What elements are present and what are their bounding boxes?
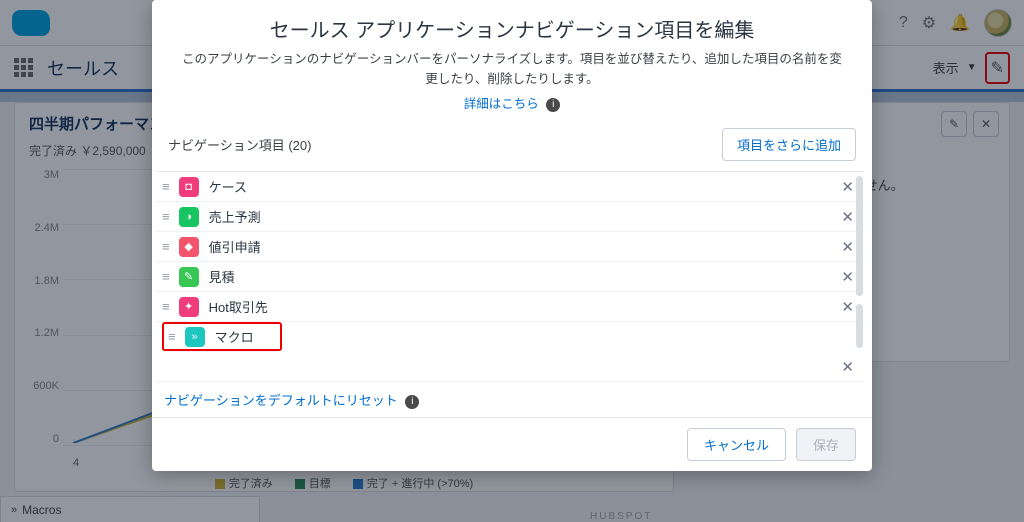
remove-item-icon[interactable]: ✕	[841, 208, 854, 226]
remove-item-icon[interactable]: ✕	[841, 358, 854, 376]
add-more-items-button[interactable]: 項目をさらに追加	[722, 128, 856, 161]
edit-nav-modal: セールス アプリケーションナビゲーション項目を編集 このアプリケーションのナビゲ…	[152, 0, 872, 471]
nav-item-icon: ✎	[179, 267, 199, 287]
row-remove-area: ✕	[156, 352, 864, 382]
nav-item-label: 値引申請	[209, 237, 261, 256]
cancel-button[interactable]: キャンセル	[687, 428, 786, 461]
help-link[interactable]: 詳細はこちら	[464, 97, 539, 111]
info-icon[interactable]: i	[546, 98, 560, 112]
reset-to-default-link[interactable]: ナビゲーションをデフォルトにリセット	[164, 393, 398, 408]
nav-item-icon: »	[185, 327, 205, 347]
remove-item-icon[interactable]: ✕	[841, 298, 854, 316]
drag-handle-icon[interactable]: ≡	[162, 239, 169, 254]
nav-item-icon: ◘	[179, 177, 199, 197]
nav-item-row[interactable]: ≡ ◘ ケース ✕	[156, 172, 864, 202]
nav-item-row[interactable]: ≡ ✦ Hot取引先 ✕	[156, 292, 864, 322]
info-icon[interactable]: i	[405, 395, 419, 409]
nav-item-row[interactable]: ≡»マクロ✕	[162, 322, 282, 352]
nav-item-label: Hot取引先	[209, 297, 268, 316]
nav-item-icon: ✦	[179, 297, 199, 317]
modal-footer: キャンセル 保存	[152, 417, 872, 471]
nav-items-count: ナビゲーション項目 (20)	[168, 135, 311, 154]
nav-item-row[interactable]: ≡ ◆ 値引申請 ✕	[156, 232, 864, 262]
remove-item-icon[interactable]: ✕	[841, 238, 854, 256]
nav-item-label: ケース	[209, 177, 247, 196]
drag-handle-icon[interactable]: ≡	[162, 269, 169, 284]
modal-description: このアプリケーションのナビゲーションバーをパーソナライズします。項目を並び替えた…	[152, 49, 872, 89]
nav-item-label: マクロ	[215, 327, 254, 346]
nav-item-row[interactable]: ≡ ✎ 見積 ✕	[156, 262, 864, 292]
nav-item-label: 見積	[209, 267, 235, 286]
nav-item-label: 売上予測	[209, 207, 261, 226]
modal-title: セールス アプリケーションナビゲーション項目を編集	[152, 0, 872, 49]
nav-item-row[interactable]: ≡ ◑ 売上予測 ✕	[156, 202, 864, 232]
scrollbar-thumb[interactable]	[856, 304, 863, 348]
modal-help: 詳細はこちら i	[152, 89, 872, 122]
save-button[interactable]: 保存	[796, 428, 856, 461]
drag-handle-icon[interactable]: ≡	[162, 179, 169, 194]
modal-subheader: ナビゲーション項目 (20) 項目をさらに追加	[152, 122, 872, 171]
reset-row: ナビゲーションをデフォルトにリセット i	[152, 382, 872, 417]
drag-handle-icon[interactable]: ≡	[162, 209, 169, 224]
remove-item-icon[interactable]: ✕	[841, 268, 854, 286]
remove-item-icon[interactable]: ✕	[841, 178, 854, 196]
drag-handle-icon[interactable]: ≡	[162, 299, 169, 314]
drag-handle-icon[interactable]: ≡	[168, 329, 175, 344]
nav-items-list: ≡◘ケース✕≡◑売上予測✕≡◆値引申請✕≡✎見積✕≡✦Hot取引先✕≡»マクロ✕	[156, 171, 864, 352]
nav-item-icon: ◑	[179, 207, 199, 227]
nav-item-icon: ◆	[179, 237, 199, 257]
scrollbar-thumb[interactable]	[856, 176, 863, 296]
